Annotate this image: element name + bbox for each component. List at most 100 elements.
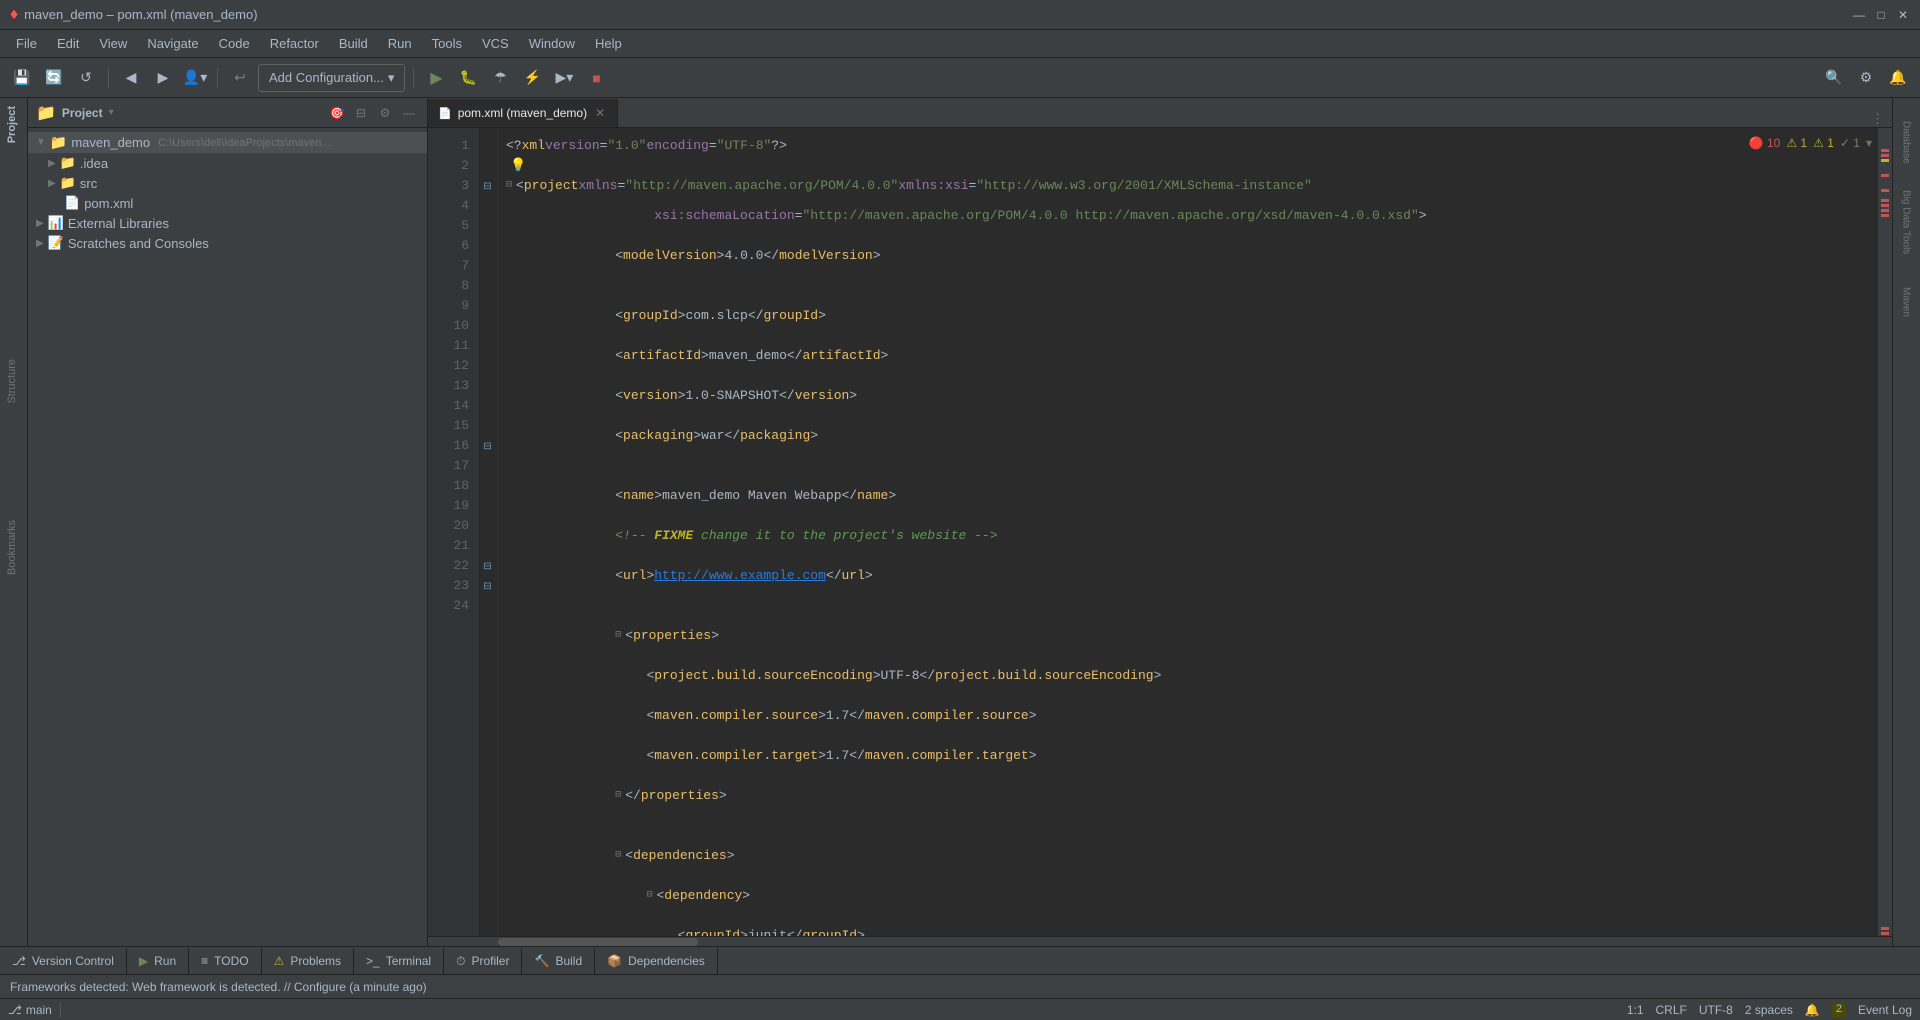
error-marker-3 [1881,174,1889,177]
notification-text: Frameworks detected: Web framework is de… [10,980,427,994]
tree-external-libs-label: External Libraries [68,216,169,231]
tab-run[interactable]: ▶ Run [127,948,189,974]
database-tab[interactable]: Database [1893,102,1919,182]
code-area[interactable]: <?xml version="1.0" encoding="UTF-8"?> 💡… [498,128,1878,936]
version-control-label: Version Control [32,954,114,968]
bookmarks-tab[interactable]: Bookmarks [0,512,27,583]
menu-refactor[interactable]: Refactor [262,33,327,54]
search-everywhere-button[interactable]: 🔍 [1820,64,1848,92]
status-line-col: 1:1 [1627,1003,1644,1017]
menu-view[interactable]: View [91,33,135,54]
code-line-6 [506,276,1870,296]
gutter-fold-3[interactable]: ⊟ [478,176,497,196]
toolbar-separator-3 [413,68,414,88]
pom-xml-icon: 📄 [64,195,80,211]
menu-tools[interactable]: Tools [424,33,470,54]
horizontal-scrollbar[interactable] [428,936,1892,946]
coverage-button[interactable]: ☂ [486,64,514,92]
tree-src-item[interactable]: ▶ 📁 src [28,173,427,193]
gutter-fold-2[interactable] [478,156,497,176]
settings-button[interactable]: ⚙ [1852,64,1880,92]
gutter-fold-22[interactable]: ⊟ [478,556,497,576]
menu-navigate[interactable]: Navigate [139,33,206,54]
status-encoding: UTF-8 [1699,1003,1733,1017]
menu-run[interactable]: Run [380,33,420,54]
code-line-8: <artifactId>maven_demo</artifactId> [506,336,1870,376]
error-marker-10 [1881,932,1889,935]
menu-edit[interactable]: Edit [49,33,87,54]
tree-close-button[interactable]: — [399,103,419,123]
gutter-fold-9 [478,296,497,316]
profiler-icon: ⏱ [456,954,465,969]
gutter-fold-16[interactable]: ⊟ [478,436,497,456]
problems-label: Problems [290,954,341,968]
tree-settings-button[interactable]: ⚙ [375,103,395,123]
run-tab-label: Run [154,954,176,968]
tree-root-item[interactable]: ▼ 📁 maven_demo C:\Users\dell\IdeaProject… [28,132,427,153]
gutter-fold-1[interactable] [478,136,497,156]
tree-scratches-item[interactable]: ▶ 📝 Scratches and Consoles [28,233,427,253]
project-dropdown-icon[interactable]: ▾ [109,107,114,118]
editor-content: 🔴 10 ⚠ 1 ⚠ 1 ✓ 1 ▾ 1 2 3 4 5 6 7 8 9 10 … [428,128,1892,936]
close-button[interactable]: ✕ [1896,8,1910,22]
refresh-button[interactable]: ↺ [72,64,100,92]
profile-run-button[interactable]: ⚡ [518,64,546,92]
tree-pomxml-item[interactable]: 📄 pom.xml [28,193,427,213]
tree-external-libs-item[interactable]: ▶ 📊 External Libraries [28,213,427,233]
menu-build[interactable]: Build [331,33,376,54]
scrollbar-spacer3 [1878,193,1892,198]
structure-tab[interactable]: Structure [0,351,27,412]
add-configuration-button[interactable]: Add Configuration... ▾ [258,64,405,92]
debug-button[interactable]: 🐛 [454,64,482,92]
gutter-fold-13 [478,376,497,396]
gutter-fold-4 [478,196,497,216]
menu-help[interactable]: Help [587,33,630,54]
menu-code[interactable]: Code [211,33,258,54]
code-line-14: <url>http://www.example.com</url> [506,556,1870,596]
tab-profiler[interactable]: ⏱ Profiler [444,948,522,974]
minimize-button[interactable]: — [1852,8,1866,22]
tree-locate-button[interactable]: 🎯 [327,103,347,123]
stop-button[interactable]: ■ [582,64,610,92]
maximize-button[interactable]: □ [1874,8,1888,22]
code-line-18: <maven.compiler.source>1.7</maven.compil… [506,696,1870,736]
tab-version-control[interactable]: ⎇ Version Control [0,948,127,974]
tab-dependencies[interactable]: 📦 Dependencies [595,948,718,974]
menu-window[interactable]: Window [521,33,583,54]
code-line-24: <groupId>junit</groupId> [506,916,1870,936]
tree-idea-item[interactable]: ▶ 📁 .idea [28,153,427,173]
editor-scrollbar[interactable] [1878,128,1892,936]
gutter-fold-19 [478,496,497,516]
tab-terminal[interactable]: >_ Terminal [354,948,444,974]
tab-build[interactable]: 🔨 Build [522,948,595,974]
menu-file[interactable]: File [8,33,45,54]
tree-collapse-button[interactable]: ⊟ [351,103,371,123]
run-button[interactable]: ▶ [422,64,450,92]
tab-pomxml[interactable]: 📄 pom.xml (maven_demo) ✕ [428,99,618,127]
notifications-button[interactable]: 🔔 [1884,64,1912,92]
menu-vcs[interactable]: VCS [474,33,517,54]
nav-back-button[interactable]: ◀ [117,64,145,92]
status-expand-arrow[interactable]: ▾ [1866,136,1872,150]
nav-forward-button[interactable]: ▶ [149,64,177,92]
title-text: maven_demo – pom.xml (maven_demo) [24,7,257,22]
src-expand-arrow: ▶ [48,178,56,189]
event-log-label[interactable]: Event Log [1858,1003,1912,1017]
big-data-tools-tab[interactable]: Big Data Tools [1893,182,1919,262]
project-panel-tab[interactable]: Project [0,98,27,151]
h-scroll-thumb[interactable] [498,938,698,946]
tab-problems[interactable]: ⚠ Problems [262,948,354,974]
run-with-button[interactable]: ▶▾ [550,64,578,92]
maven-tab[interactable]: Maven [1893,262,1919,342]
save-button[interactable]: 💾 [8,64,36,92]
gutter-fold-23[interactable]: ⊟ [478,576,497,596]
profile-selector-button[interactable]: 👤▾ [181,64,209,92]
sync-button[interactable]: 🔄 [40,64,68,92]
event-log-count: 2 [1832,1003,1846,1017]
tab-todo[interactable]: ≡ TODO [189,948,261,974]
undo-button[interactable]: ↩ [226,64,254,92]
terminal-label: Terminal [386,954,431,968]
tab-menu-button[interactable]: ⋮ [1863,111,1892,127]
tab-pomxml-close[interactable]: ✕ [593,106,607,120]
title-bar: ♦ maven_demo – pom.xml (maven_demo) — □ … [0,0,1920,30]
